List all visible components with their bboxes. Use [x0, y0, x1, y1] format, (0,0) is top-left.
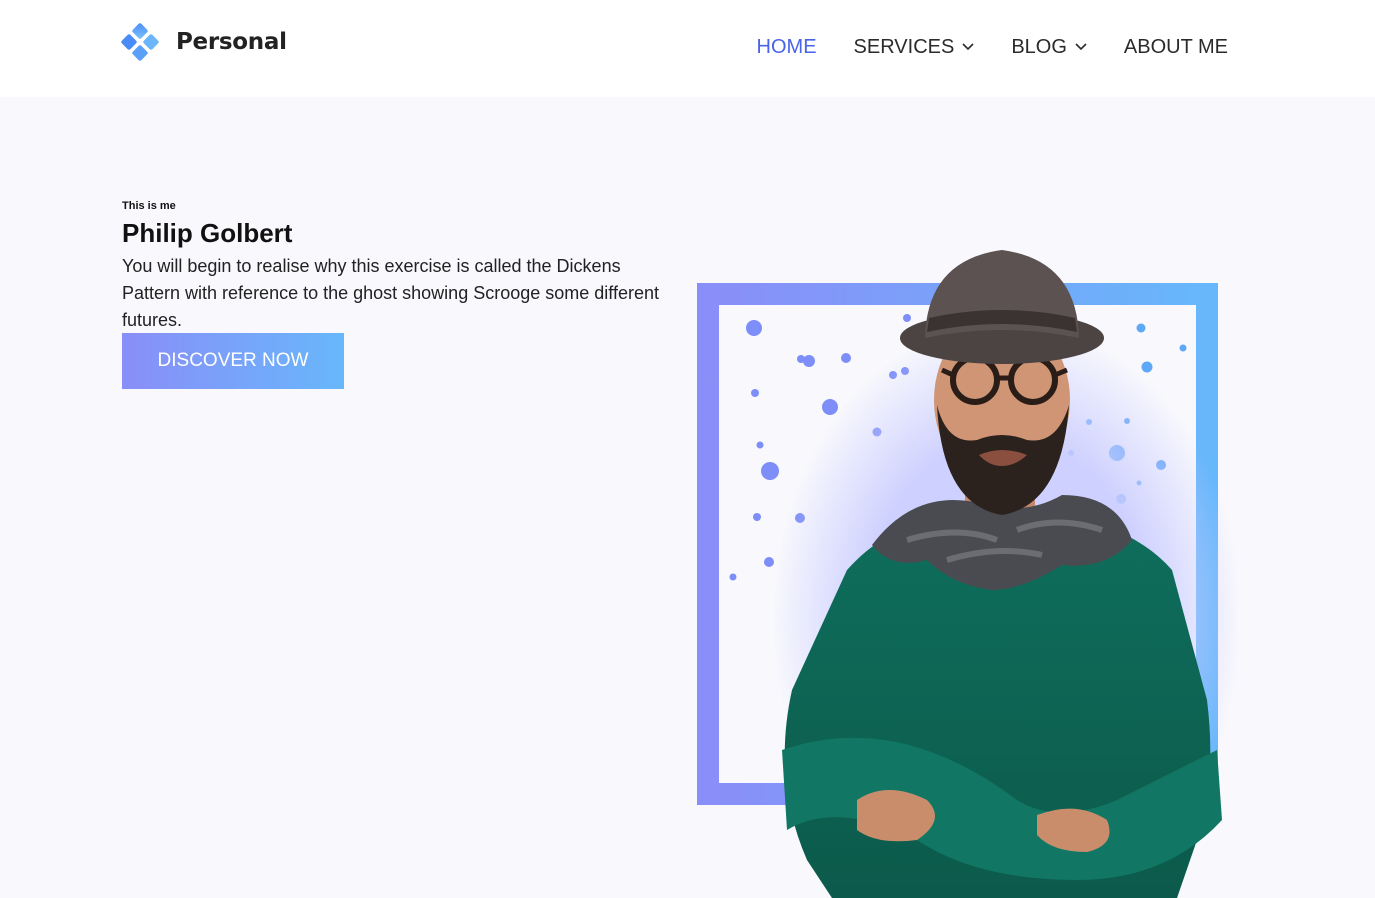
discover-now-button[interactable]: DISCOVER NOW	[122, 333, 344, 389]
nav-item-blog[interactable]: BLOG	[1011, 33, 1087, 61]
four-diamond-logo-icon	[121, 23, 159, 61]
nav-item-home[interactable]: HOME	[757, 33, 817, 61]
hero-eyebrow: This is me	[122, 200, 176, 212]
brand-name: Personal	[176, 29, 287, 55]
nav-item-label: BLOG	[1011, 36, 1067, 58]
nav-item-label: ABOUT ME	[1123, 36, 1228, 58]
main-nav: HOME SERVICES BLOG ABOUT ME	[720, 33, 1228, 61]
hero-section: This is me Philip Golbert You will begin…	[0, 97, 1375, 898]
chevron-down-icon	[1075, 43, 1087, 51]
chevron-down-icon	[962, 43, 974, 51]
nav-item-services[interactable]: SERVICES	[854, 33, 975, 61]
hero-portrait-illustration	[697, 250, 1237, 898]
hero-description: You will begin to realise why this exerc…	[122, 256, 659, 330]
site-header: Personal HOME SERVICES BLOG ABOUT ME	[0, 0, 1375, 97]
brand-logo[interactable]: Personal	[120, 22, 287, 62]
hero-name: Philip Golbert	[122, 218, 293, 248]
nav-item-label: HOME	[756, 36, 817, 58]
nav-item-about-me[interactable]: ABOUT ME	[1124, 33, 1228, 61]
nav-item-label: SERVICES	[853, 36, 955, 58]
